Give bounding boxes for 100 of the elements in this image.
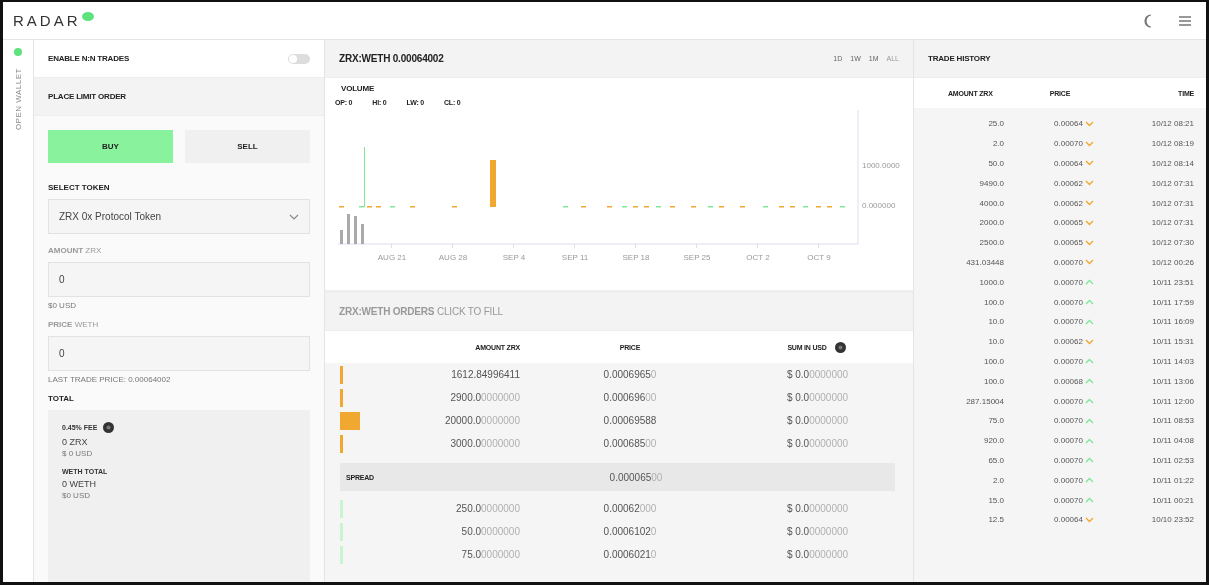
orders-title: ZRX:WETH ORDERS CLICK TO FILL [339, 306, 503, 317]
side-tab[interactable]: BUY [48, 130, 173, 163]
candle-mark [644, 206, 649, 208]
order-sum[interactable]: $ 0.00000000 [740, 392, 895, 403]
trade-price: 0.00062 [1054, 198, 1083, 208]
chevron-up-icon [1084, 358, 1094, 365]
order-price[interactable]: 0.00062000 [520, 503, 740, 514]
toggle-switch[interactable] [288, 53, 310, 64]
trade-time: 10/11 04:08 [1152, 436, 1194, 446]
trade-time: 10/12 07:31 [1151, 218, 1194, 228]
trade-price: 0.00062 [1054, 337, 1083, 347]
trade-time: 10/12 07:30 [1151, 238, 1194, 248]
tick-mark [757, 244, 758, 248]
token-select[interactable]: ZRX 0x Protocol Token [48, 199, 310, 234]
trade-price: 0.00068 [1054, 376, 1083, 386]
order-amount[interactable]: 3000.00000000 [366, 438, 520, 449]
trade-time: 10/11 13:06 [1152, 376, 1194, 386]
candle-mark [827, 206, 832, 208]
chevron-down-icon [1084, 140, 1094, 147]
order-sum[interactable]: $ 0.00000000 [740, 526, 895, 537]
menu-icon[interactable] [1178, 14, 1192, 27]
trade-price: 0.00070 [1054, 416, 1083, 426]
chevron-up-icon [1084, 417, 1094, 424]
order-sum[interactable]: $ 0.00000000 [740, 549, 895, 560]
depth-bar [340, 411, 360, 430]
candle-mark [779, 206, 784, 208]
pair-price-title: ZRX:WETH 0.00064002 [339, 53, 444, 64]
total-label: TOTAL [48, 394, 75, 403]
tick-mark [513, 244, 514, 248]
trade-price: 0.00070 [1054, 297, 1083, 307]
spread-value: 0.00006500 [608, 471, 664, 483]
order-price[interactable]: 0.00069600 [520, 392, 740, 403]
axis-label: SEP 4 [502, 253, 526, 262]
chevron-up-icon [1084, 477, 1094, 484]
trade-time: 10/11 16:09 [1152, 317, 1194, 327]
trade-amount: 2.0 [992, 475, 1004, 485]
order-sum[interactable]: $ 0.00000000 [740, 438, 895, 449]
order-amount[interactable]: 250.00000000 [366, 503, 520, 514]
order-sum[interactable]: $ 0.00000000 [740, 415, 895, 426]
trade-time: 10/11 23:51 [1152, 277, 1194, 287]
trade-price: 0.00070 [1054, 436, 1083, 446]
moon-icon[interactable] [1142, 13, 1154, 28]
trade-amount: 920.0 [983, 436, 1004, 446]
usd-note: $0 USD [48, 301, 77, 310]
trade-amount: 10.0 [988, 317, 1004, 327]
chevron-down-icon [1084, 120, 1094, 127]
help-icon[interactable] [834, 341, 846, 353]
candle-mark [633, 206, 638, 208]
axis-label: 0.000000 [862, 201, 896, 210]
order-price[interactable]: 0.00061020 [520, 526, 740, 537]
tick-mark [635, 244, 636, 248]
trade-amount: 9490.0 [979, 178, 1004, 188]
order-price[interactable]: 0.00069650 [520, 369, 740, 380]
logo-text: RADAR [13, 12, 81, 29]
candle-mark [607, 206, 612, 208]
order-price[interactable]: 0.00068500 [520, 438, 740, 449]
order-amount[interactable]: 2900.00000000 [366, 392, 520, 403]
trade-time: 10/11 12:00 [1152, 396, 1194, 406]
toggle-label: ENABLE N:N TRADES [48, 54, 130, 63]
trade-price: 0.00064 [1054, 159, 1083, 168]
trade-time: 10/11 08:53 [1152, 416, 1194, 426]
order-sum[interactable]: $ 0.00000000 [740, 503, 895, 514]
order-amount[interactable]: 50.00000000 [366, 526, 520, 537]
candle-mark [581, 206, 586, 208]
trade-price: 0.00065 [1054, 238, 1083, 248]
order-sum[interactable]: $ 0.00000000 [740, 369, 895, 380]
order-amount[interactable]: 1612.84996411 [366, 369, 520, 380]
depth-bar [340, 434, 343, 453]
tick-mark [696, 244, 697, 248]
weth-usd: $0 USD [62, 491, 91, 500]
price-field[interactable]: 0 [48, 336, 310, 371]
depth-bar [340, 545, 343, 564]
help-icon[interactable] [103, 422, 115, 433]
side-tab[interactable]: SELL [185, 130, 310, 163]
trade-price: 0.00062 [1054, 178, 1083, 188]
candle-mark [816, 206, 821, 208]
trade-time: 10/12 08:21 [1151, 119, 1194, 129]
chevron-down-icon [1084, 219, 1094, 226]
amount-field[interactable]: 0 [48, 262, 310, 297]
wallet-side-tab[interactable]: OPEN WALLET [3, 40, 34, 582]
trade-amount: 4000.0 [979, 198, 1004, 208]
trade-time: 10/11 15:31 [1152, 337, 1194, 347]
order-amount[interactable]: 75.00000000 [366, 549, 520, 560]
trade-price: 0.00070 [1054, 317, 1083, 327]
candle-mark [790, 206, 795, 208]
volume-bar [361, 224, 364, 244]
trade-amount: 287.15004 [966, 396, 1004, 406]
fee-usd: $ 0 USD [62, 449, 94, 458]
field-label: PRICE WETH [48, 320, 100, 329]
trade-amount: 100.0 [983, 297, 1004, 307]
order-price[interactable]: 0.00060210 [520, 549, 740, 560]
candle-mark [656, 206, 661, 208]
candle-mark [563, 206, 568, 208]
order-amount[interactable]: 20000.00000000 [366, 415, 520, 426]
chevron-up-icon [1084, 497, 1094, 504]
tick-mark [574, 244, 575, 248]
tick-mark [452, 244, 453, 248]
trade-amount: 100.0 [983, 356, 1004, 366]
volume-label: VOLUME [341, 84, 376, 93]
order-price[interactable]: 0.00069588 [520, 415, 740, 426]
